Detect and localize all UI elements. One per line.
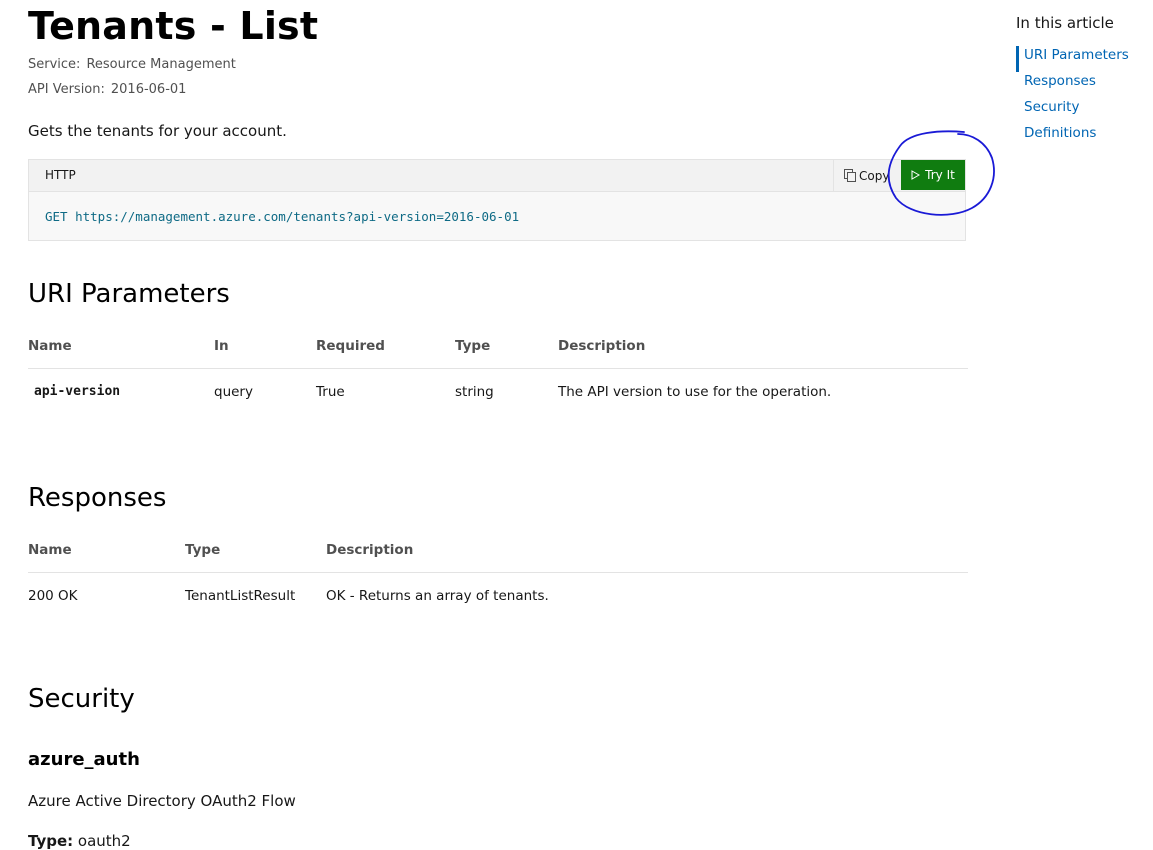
api-version-meta: API Version: 2016-06-01 bbox=[28, 82, 186, 97]
play-icon bbox=[911, 170, 921, 180]
security-scheme-name: azure_auth bbox=[28, 749, 140, 770]
try-it-label: Try It bbox=[925, 168, 955, 182]
param-name: api-version bbox=[34, 384, 121, 399]
try-it-button[interactable]: Try It bbox=[901, 160, 965, 190]
column-header-description: Description bbox=[326, 542, 414, 558]
code-language-label: HTTP bbox=[45, 168, 76, 182]
column-header-in: In bbox=[214, 338, 229, 354]
security-type-label: Type: bbox=[28, 832, 74, 850]
response-description: OK - Returns an array of tenants. bbox=[326, 588, 549, 604]
response-type-link[interactable]: TenantListResult bbox=[185, 588, 295, 604]
responses-heading: Responses bbox=[28, 483, 167, 513]
service-label: Service: bbox=[28, 57, 81, 72]
copy-button[interactable]: Copy bbox=[833, 160, 891, 191]
copy-button-label: Copy bbox=[859, 168, 890, 183]
param-in: query bbox=[214, 384, 253, 400]
security-type: Type: oauth2 bbox=[28, 832, 131, 850]
api-version-value: 2016-06-01 bbox=[110, 82, 187, 97]
security-heading: Security bbox=[28, 684, 135, 714]
in-this-article-nav: In this article URI Parameters Responses… bbox=[1016, 14, 1153, 150]
api-version-label: API Version: bbox=[28, 82, 105, 97]
column-header-type: Type bbox=[185, 542, 221, 558]
response-name: 200 OK bbox=[28, 588, 78, 604]
security-scheme-description: Azure Active Directory OAuth2 Flow bbox=[28, 792, 296, 810]
column-header-name: Name bbox=[28, 542, 72, 558]
param-type: string bbox=[455, 384, 494, 400]
uri-parameters-heading: URI Parameters bbox=[28, 279, 230, 309]
page-description: Gets the tenants for your account. bbox=[28, 122, 287, 140]
param-description: The API version to use for the operation… bbox=[558, 384, 832, 400]
security-type-value: oauth2 bbox=[77, 832, 131, 850]
column-header-type: Type bbox=[455, 338, 491, 354]
column-header-required: Required bbox=[316, 338, 385, 354]
copy-icon bbox=[844, 169, 856, 182]
page-title: Tenants - List bbox=[28, 4, 319, 48]
nav-item-definitions[interactable]: Definitions bbox=[1016, 124, 1153, 150]
service-meta: Service: Resource Management bbox=[28, 57, 236, 72]
param-required: True bbox=[316, 384, 345, 400]
table-divider bbox=[28, 572, 968, 573]
table-divider bbox=[28, 368, 968, 369]
nav-item-responses[interactable]: Responses bbox=[1016, 72, 1153, 98]
code-block: HTTP Copy Try It GET https://management.… bbox=[28, 159, 966, 241]
service-value: Resource Management bbox=[86, 57, 236, 72]
code-block-header: HTTP Copy Try It bbox=[29, 160, 965, 192]
nav-item-uri-parameters[interactable]: URI Parameters bbox=[1016, 46, 1153, 72]
in-this-article-heading: In this article bbox=[1016, 14, 1114, 32]
code-text: GET https://management.azure.com/tenants… bbox=[45, 209, 520, 224]
column-header-description: Description bbox=[558, 338, 646, 354]
nav-item-security[interactable]: Security bbox=[1016, 98, 1153, 124]
column-header-name: Name bbox=[28, 338, 72, 354]
